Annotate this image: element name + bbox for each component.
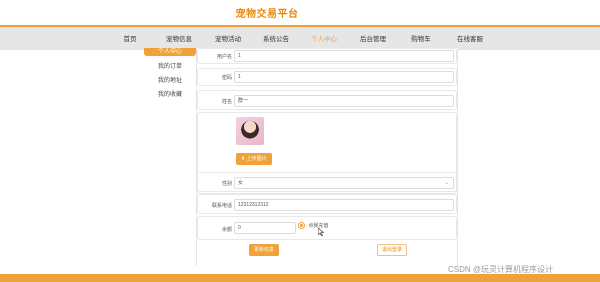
nav-personal-center[interactable]: 个人中心 xyxy=(311,33,337,43)
gender-value: 女 xyxy=(238,180,244,186)
phone-label: 联系电话 xyxy=(211,203,232,209)
nav-admin[interactable]: 后台管理 xyxy=(360,33,386,43)
nav-cart[interactable]: 购物车 xyxy=(411,33,431,43)
nav-pet-info[interactable]: 宠物信息 xyxy=(166,33,192,43)
name-label: 姓名 xyxy=(221,99,232,105)
upload-icon: ⬆ xyxy=(241,156,246,162)
balance-field[interactable]: 0 xyxy=(234,222,296,234)
phone-row: 联系电话 12312312312 xyxy=(197,194,457,214)
footer-bar xyxy=(0,274,600,282)
update-info-button[interactable]: 更新信息 xyxy=(249,244,280,256)
chevron-down-icon: ⌄ xyxy=(444,180,449,186)
password-field[interactable]: 1 xyxy=(234,71,454,83)
gender-select[interactable]: 女 ⌄ xyxy=(234,177,454,189)
nav-customer-service[interactable]: 在线客服 xyxy=(457,33,483,43)
name-row: 姓名 群一 xyxy=(197,90,457,110)
sidebar-item-favorites[interactable]: 我的收藏 xyxy=(144,89,196,98)
gender-row: 性别 女 ⌄ xyxy=(197,172,457,192)
username-row: 用户名 1 xyxy=(197,48,457,64)
nav-pet-activities[interactable]: 宠物活动 xyxy=(215,33,241,43)
main-nav: 首页 宠物信息 宠物活动 系统公告 个人中心 后台管理 购物车 在线客服 xyxy=(0,25,600,50)
watermark: CSDN @玩灵计算机程序设计 xyxy=(448,265,554,274)
balance-label: 余额 xyxy=(221,227,232,233)
sidebar-item-orders[interactable]: 我的订单 xyxy=(144,61,196,70)
radio-icon xyxy=(298,222,305,230)
sidebar-item-personal-center[interactable]: 个人中心 xyxy=(144,48,196,56)
upload-image-label: 上传图片 xyxy=(246,156,267,162)
name-field[interactable]: 群一 xyxy=(234,95,454,107)
mouse-cursor-icon xyxy=(318,228,324,236)
avatar-image xyxy=(236,117,264,145)
sidebar-item-address[interactable]: 我的地址 xyxy=(144,75,196,84)
sidebar: 个人中心 我的订单 我的地址 我的收藏 xyxy=(144,48,196,138)
logout-button[interactable]: 退出登录 xyxy=(377,244,408,256)
upload-image-button[interactable]: ⬆ 上传图片 xyxy=(236,153,272,165)
nav-announcements[interactable]: 系统公告 xyxy=(263,33,289,43)
site-title: 宠物交易平台 xyxy=(235,9,299,20)
nav-home[interactable]: 首页 xyxy=(124,33,137,43)
phone-field[interactable]: 12312312312 xyxy=(234,199,454,211)
gender-label: 性别 xyxy=(221,181,232,187)
password-row: 密码 1 xyxy=(197,68,457,86)
username-label: 用户名 xyxy=(216,54,232,60)
username-field[interactable]: 1 xyxy=(234,50,454,62)
profile-form: 用户名 1 密码 1 姓名 群一 ⬆ 上传图片 性别 女 ⌄ 联系电话 1231… xyxy=(196,48,458,266)
password-label: 密码 xyxy=(221,75,232,81)
